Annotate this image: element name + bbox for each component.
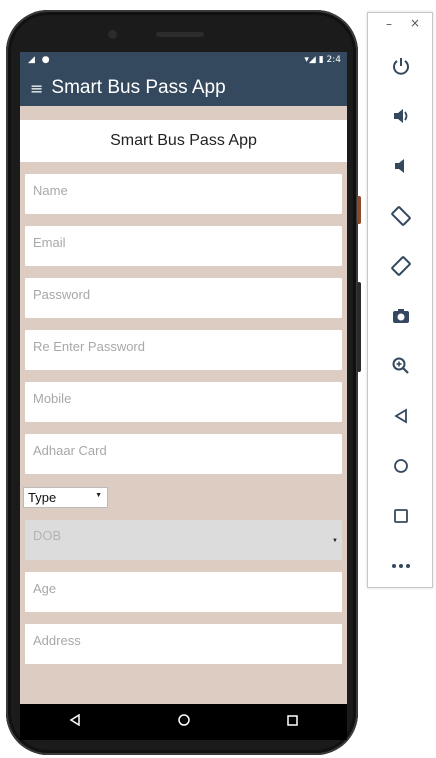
status-left: ◢ ● bbox=[28, 55, 52, 65]
more-button[interactable] bbox=[368, 551, 434, 581]
overview-button[interactable] bbox=[368, 501, 434, 531]
status-right: ▾◢ ▮ 2:4 bbox=[304, 55, 341, 65]
mobile-input[interactable]: Mobile bbox=[25, 382, 342, 422]
rotate-right-icon bbox=[391, 256, 411, 276]
dropdown-arrow-icon: ▼ bbox=[332, 538, 338, 544]
re-enter-password-input[interactable]: Re Enter Password bbox=[25, 330, 342, 370]
back-button[interactable] bbox=[368, 401, 434, 431]
side-button-volume bbox=[357, 282, 361, 372]
nav-back-icon[interactable] bbox=[69, 713, 81, 731]
home-icon bbox=[394, 459, 408, 473]
address-input[interactable]: Address bbox=[25, 624, 342, 664]
nav-home-icon[interactable] bbox=[178, 713, 190, 731]
rotate-left-button[interactable] bbox=[368, 201, 434, 231]
phone-screen: ◢ ● ▾◢ ▮ 2:4 ≡ Smart Bus Pass App Smart … bbox=[20, 52, 347, 740]
volume-up-button[interactable] bbox=[368, 101, 434, 131]
back-icon bbox=[394, 408, 407, 424]
camera-lens bbox=[108, 30, 117, 39]
name-input[interactable]: Name bbox=[25, 174, 342, 214]
screenshot-button[interactable] bbox=[368, 301, 434, 331]
dob-placeholder: DOB bbox=[33, 528, 62, 543]
type-select-value: Type bbox=[28, 490, 57, 505]
speaker-grille bbox=[156, 32, 204, 37]
dob-picker[interactable]: DOB ▼ bbox=[25, 520, 342, 560]
dropdown-arrow-icon: ▼ bbox=[95, 492, 102, 499]
zoom-icon bbox=[392, 357, 409, 374]
app-title: Smart Bus Pass App bbox=[51, 77, 226, 98]
menu-icon[interactable]: ≡ bbox=[30, 79, 43, 98]
password-input[interactable]: Password bbox=[25, 278, 342, 318]
rotate-left-icon bbox=[391, 206, 411, 226]
rotate-right-button[interactable] bbox=[368, 251, 434, 281]
navigation-bar bbox=[20, 704, 347, 740]
more-icon bbox=[392, 564, 410, 568]
status-bar: ◢ ● ▾◢ ▮ 2:4 bbox=[20, 52, 347, 70]
close-button[interactable]: × bbox=[410, 16, 420, 30]
power-icon bbox=[393, 58, 409, 75]
overview-icon bbox=[394, 509, 408, 523]
side-button-power bbox=[357, 196, 361, 224]
toolbar-window-controls: – × bbox=[368, 13, 432, 37]
volume-up-icon bbox=[394, 109, 408, 123]
form-container: Smart Bus Pass App Name Email Password R… bbox=[20, 106, 347, 664]
email-input[interactable]: Email bbox=[25, 226, 342, 266]
home-button[interactable] bbox=[368, 451, 434, 481]
power-button[interactable] bbox=[368, 51, 434, 81]
age-input[interactable]: Age bbox=[25, 572, 342, 612]
form-header: Smart Bus Pass App bbox=[20, 120, 347, 162]
zoom-button[interactable] bbox=[368, 351, 434, 381]
emulator-toolbar: – × bbox=[367, 12, 433, 588]
type-select[interactable]: Type ▼ bbox=[23, 487, 108, 508]
adhaar-card-input[interactable]: Adhaar Card bbox=[25, 434, 342, 474]
app-bar: ≡ Smart Bus Pass App bbox=[20, 70, 347, 106]
minimize-button[interactable]: – bbox=[386, 17, 392, 31]
camera-icon bbox=[393, 309, 409, 323]
volume-down-button[interactable] bbox=[368, 151, 434, 181]
volume-down-icon bbox=[395, 159, 404, 173]
nav-recent-icon[interactable] bbox=[287, 713, 299, 731]
